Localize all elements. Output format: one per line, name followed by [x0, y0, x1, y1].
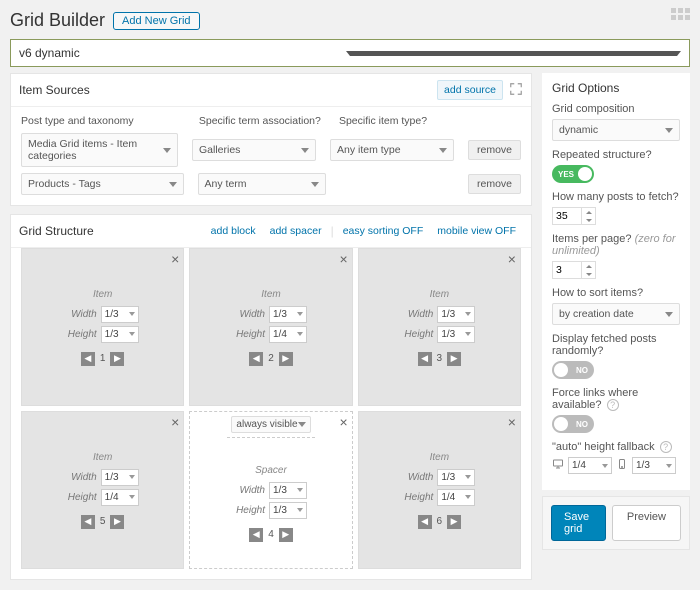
step-down-icon	[582, 216, 595, 224]
grid-selector[interactable]: v6 dynamic	[10, 39, 690, 67]
random-toggle[interactable]: NO	[552, 361, 594, 379]
height-select[interactable]: 1/4	[101, 489, 139, 506]
posts-fetch-label: How many posts to fetch?	[552, 191, 680, 203]
height-select[interactable]: 1/3	[101, 326, 139, 343]
sort-label: How to sort items?	[552, 287, 680, 299]
grid-item: × ItemWidth1/3 Height1/4◀6▶	[358, 411, 521, 569]
term-select[interactable]: Galleries	[192, 139, 316, 161]
grid-structure-panel: Grid Structure add block add spacer | ea…	[10, 214, 532, 580]
preview-button[interactable]: Preview	[612, 505, 681, 541]
next-button[interactable]: ▶	[279, 352, 293, 366]
help-icon: ?	[660, 441, 672, 453]
prev-button[interactable]: ◀	[81, 352, 95, 366]
prev-button[interactable]: ◀	[249, 352, 263, 366]
item-sources-panel: Item Sources add source Post type and ta…	[10, 73, 532, 206]
col-item-type: Specific item type?	[339, 115, 465, 127]
width-select[interactable]: 1/3	[101, 469, 139, 486]
add-block-button[interactable]: add block	[204, 221, 263, 241]
auto-height-label: "auto" height fallback ?	[552, 441, 680, 453]
grid-item: × ItemWidth1/3 Height1/3◀1▶	[21, 248, 184, 406]
post-type-select[interactable]: Media Grid items - Item categories	[21, 133, 178, 167]
width-select[interactable]: 1/3	[437, 469, 475, 486]
grid-options-panel: Grid Options Grid composition dynamic Re…	[542, 73, 690, 490]
next-button[interactable]: ▶	[447, 352, 461, 366]
grid-options-title: Grid Options	[552, 81, 680, 95]
visibility-select[interactable]: always visible	[231, 416, 310, 433]
posts-fetch-input[interactable]	[552, 207, 598, 225]
prev-button[interactable]: ◀	[418, 352, 432, 366]
term-select[interactable]: Any term	[198, 173, 326, 195]
step-up-icon	[582, 262, 595, 270]
close-icon[interactable]: ×	[508, 414, 516, 430]
width-select[interactable]: 1/3	[269, 482, 307, 499]
per-page-input[interactable]	[552, 261, 598, 279]
remove-source-button[interactable]: remove	[468, 174, 521, 194]
next-button[interactable]: ▶	[110, 352, 124, 366]
force-links-toggle[interactable]: NO	[552, 415, 594, 433]
sort-select[interactable]: by creation date	[552, 303, 680, 325]
grid-item: × ItemWidth1/3 Height1/4◀2▶	[189, 248, 352, 406]
width-select[interactable]: 1/3	[101, 306, 139, 323]
page-title: Grid Builder	[10, 10, 105, 31]
composition-label: Grid composition	[552, 103, 680, 115]
add-source-button[interactable]: add source	[437, 80, 503, 100]
close-icon[interactable]: ×	[171, 251, 179, 267]
height-select[interactable]: 1/3	[269, 502, 307, 519]
app-logo	[671, 8, 690, 20]
desktop-icon	[552, 458, 564, 473]
next-button[interactable]: ▶	[279, 528, 293, 542]
width-select[interactable]: 1/3	[437, 306, 475, 323]
height-select[interactable]: 1/4	[269, 326, 307, 343]
close-icon[interactable]: ×	[339, 251, 347, 267]
prev-button[interactable]: ◀	[418, 515, 432, 529]
step-up-icon	[582, 208, 595, 216]
auto-height-desktop-select[interactable]: 1/4	[568, 457, 612, 474]
item-sources-title: Item Sources	[19, 83, 437, 97]
close-icon[interactable]: ×	[508, 251, 516, 267]
close-icon[interactable]: ×	[171, 414, 179, 430]
grid-spacer: always visible× SpacerWidth1/3 Height1/3…	[189, 411, 352, 569]
add-spacer-button[interactable]: add spacer	[263, 221, 329, 241]
next-button[interactable]: ▶	[110, 515, 124, 529]
prev-button[interactable]: ◀	[81, 515, 95, 529]
action-bar: Save grid Preview	[542, 496, 690, 550]
expand-icon[interactable]	[509, 82, 523, 99]
remove-source-button[interactable]: remove	[468, 140, 521, 160]
per-page-label: Items per page? (zero for unlimited)	[552, 233, 680, 257]
force-links-label: Force links where available? ?	[552, 387, 680, 411]
grid-selector-value: v6 dynamic	[19, 46, 346, 60]
next-button[interactable]: ▶	[447, 515, 461, 529]
post-type-select[interactable]: Products - Tags	[21, 173, 184, 195]
grid-item: × ItemWidth1/3 Height1/3◀3▶	[358, 248, 521, 406]
width-select[interactable]: 1/3	[269, 306, 307, 323]
help-icon: ?	[607, 399, 619, 411]
grid-item: × ItemWidth1/3 Height1/4◀5▶	[21, 411, 184, 569]
col-post-type: Post type and taxonomy	[21, 115, 185, 127]
item-type-select[interactable]: Any item type	[330, 139, 454, 161]
col-term: Specific term association?	[199, 115, 325, 127]
chevron-down-icon	[346, 51, 681, 56]
auto-height-mobile-select[interactable]: 1/3	[632, 457, 676, 474]
random-label: Display fetched posts randomly?	[552, 333, 680, 357]
height-select[interactable]: 1/3	[437, 326, 475, 343]
grid-structure-title: Grid Structure	[19, 224, 204, 238]
repeated-structure-toggle[interactable]: YES	[552, 165, 594, 183]
mobile-icon	[616, 458, 628, 473]
height-select[interactable]: 1/4	[437, 489, 475, 506]
save-grid-button[interactable]: Save grid	[551, 505, 606, 541]
easy-sorting-toggle[interactable]: easy sorting OFF	[336, 221, 431, 241]
repeated-label: Repeated structure?	[552, 149, 680, 161]
add-new-grid-button[interactable]: Add New Grid	[113, 12, 199, 30]
step-down-icon	[582, 270, 595, 278]
mobile-view-toggle[interactable]: mobile view OFF	[430, 221, 523, 241]
close-icon[interactable]: ×	[339, 414, 347, 430]
prev-button[interactable]: ◀	[249, 528, 263, 542]
composition-select[interactable]: dynamic	[552, 119, 680, 141]
